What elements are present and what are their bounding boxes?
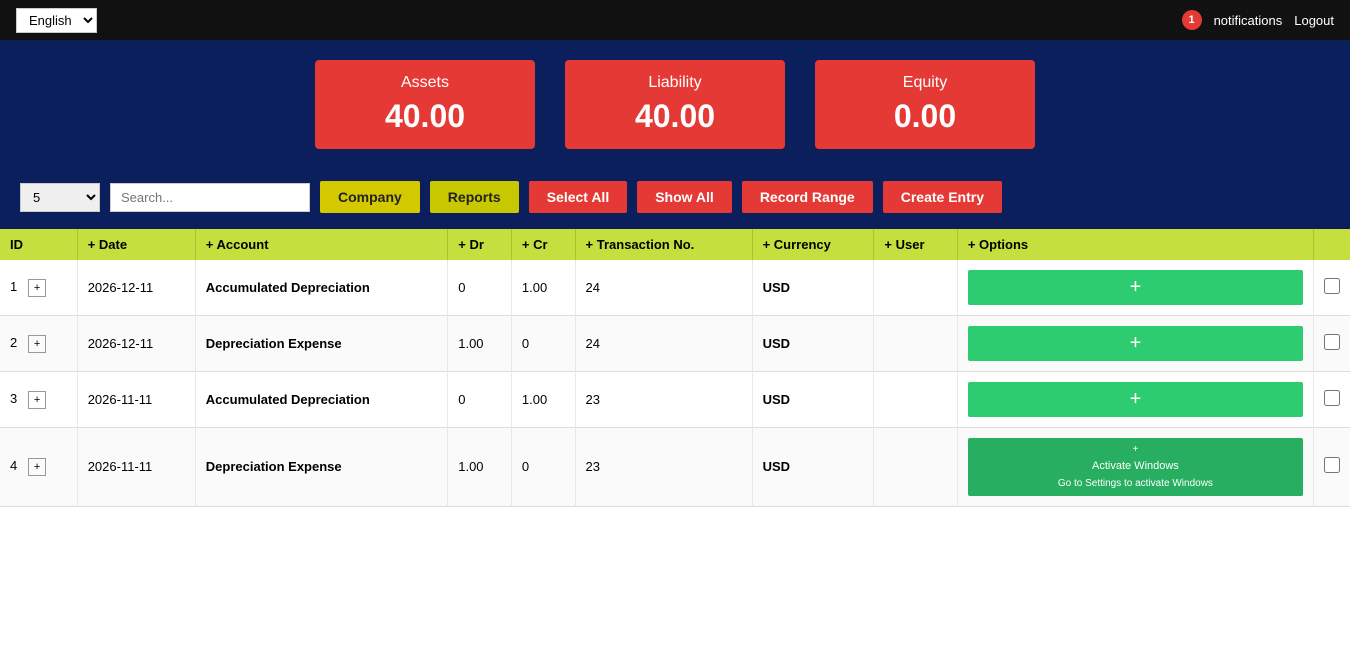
equity-label: Equity <box>855 74 995 92</box>
table-row: 2 + 2026-12-11 Depreciation Expense 1.00… <box>0 316 1350 372</box>
table-header-row: ID + Date + Account + Dr + Cr + Transact… <box>0 229 1350 260</box>
cell-checkbox <box>1314 372 1350 428</box>
equity-value: 0.00 <box>855 98 995 135</box>
search-input[interactable] <box>110 183 310 212</box>
record-range-button[interactable]: Record Range <box>742 181 873 213</box>
cell-options: + <box>957 260 1313 316</box>
liability-label: Liability <box>605 74 745 92</box>
cell-cr: 1.00 <box>511 260 575 316</box>
cell-account: Accumulated Depreciation <box>195 260 447 316</box>
col-date[interactable]: + Date <box>77 229 195 260</box>
cell-dr: 0 <box>448 260 512 316</box>
col-checkbox <box>1314 229 1350 260</box>
col-user[interactable]: + User <box>874 229 957 260</box>
liability-value: 40.00 <box>605 98 745 135</box>
notification-badge[interactable]: 1 <box>1182 10 1202 30</box>
expand-button[interactable]: + <box>28 391 46 409</box>
notifications-link[interactable]: notifications <box>1214 13 1283 28</box>
expand-button[interactable]: + <box>28 279 46 297</box>
action-plus-button[interactable]: + <box>968 382 1303 417</box>
cell-date: 2026-12-11 <box>77 260 195 316</box>
col-id[interactable]: ID <box>0 229 77 260</box>
cell-dr: 1.00 <box>448 316 512 372</box>
cell-date: 2026-12-11 <box>77 316 195 372</box>
col-currency[interactable]: + Currency <box>752 229 874 260</box>
cell-user <box>874 372 957 428</box>
cell-options: + <box>957 316 1313 372</box>
col-account[interactable]: + Account <box>195 229 447 260</box>
cell-transaction: 24 <box>575 260 752 316</box>
per-page-select[interactable]: 5 10 25 50 <box>20 183 100 212</box>
cell-options: + <box>957 372 1313 428</box>
assets-value: 40.00 <box>355 98 495 135</box>
cell-id: 1 + <box>0 260 77 316</box>
show-all-button[interactable]: Show All <box>637 181 732 213</box>
col-transaction[interactable]: + Transaction No. <box>575 229 752 260</box>
cell-date: 2026-11-11 <box>77 372 195 428</box>
reports-button[interactable]: Reports <box>430 181 519 213</box>
cell-checkbox <box>1314 260 1350 316</box>
row-checkbox[interactable] <box>1324 278 1340 294</box>
row-checkbox[interactable] <box>1324 390 1340 406</box>
col-dr[interactable]: + Dr <box>448 229 512 260</box>
table-row: 3 + 2026-11-11 Accumulated Depreciation … <box>0 372 1350 428</box>
cell-options: +Activate WindowsGo to Settings to activ… <box>957 428 1313 507</box>
cell-currency: USD <box>752 316 874 372</box>
assets-label: Assets <box>355 74 495 92</box>
cell-cr: 1.00 <box>511 372 575 428</box>
cell-checkbox <box>1314 428 1350 507</box>
cell-dr: 0 <box>448 372 512 428</box>
equity-card: Equity 0.00 <box>815 60 1035 149</box>
expand-button[interactable]: + <box>28 458 46 476</box>
cell-user <box>874 428 957 507</box>
cell-user <box>874 316 957 372</box>
cell-currency: USD <box>752 428 874 507</box>
company-button[interactable]: Company <box>320 181 420 213</box>
journal-table: ID + Date + Account + Dr + Cr + Transact… <box>0 229 1350 507</box>
cell-account: Depreciation Expense <box>195 316 447 372</box>
summary-bar: Assets 40.00 Liability 40.00 Equity 0.00 <box>0 40 1350 169</box>
cell-id: 4 + <box>0 428 77 507</box>
cell-checkbox <box>1314 316 1350 372</box>
cell-transaction: 23 <box>575 372 752 428</box>
cell-transaction: 23 <box>575 428 752 507</box>
toolbar: 5 10 25 50 Company Reports Select All Sh… <box>0 169 1350 229</box>
cell-transaction: 24 <box>575 316 752 372</box>
cell-account: Accumulated Depreciation <box>195 372 447 428</box>
cell-cr: 0 <box>511 428 575 507</box>
liability-card: Liability 40.00 <box>565 60 785 149</box>
row-checkbox[interactable] <box>1324 334 1340 350</box>
select-all-button[interactable]: Select All <box>529 181 628 213</box>
row-checkbox[interactable] <box>1324 457 1340 473</box>
table-wrap: ID + Date + Account + Dr + Cr + Transact… <box>0 229 1350 507</box>
cell-currency: USD <box>752 372 874 428</box>
cell-dr: 1.00 <box>448 428 512 507</box>
logout-link[interactable]: Logout <box>1294 13 1334 28</box>
language-select[interactable]: English <box>16 8 97 33</box>
table-row: 1 + 2026-12-11 Accumulated Depreciation … <box>0 260 1350 316</box>
activate-windows-button[interactable]: +Activate WindowsGo to Settings to activ… <box>968 438 1303 496</box>
cell-id: 2 + <box>0 316 77 372</box>
cell-account: Depreciation Expense <box>195 428 447 507</box>
cell-user <box>874 260 957 316</box>
cell-cr: 0 <box>511 316 575 372</box>
cell-id: 3 + <box>0 372 77 428</box>
col-cr[interactable]: + Cr <box>511 229 575 260</box>
top-nav: English 1 notifications Logout <box>0 0 1350 40</box>
cell-date: 2026-11-11 <box>77 428 195 507</box>
action-plus-button[interactable]: + <box>968 270 1303 305</box>
assets-card: Assets 40.00 <box>315 60 535 149</box>
cell-currency: USD <box>752 260 874 316</box>
expand-button[interactable]: + <box>28 335 46 353</box>
top-nav-right: 1 notifications Logout <box>1182 10 1334 30</box>
create-entry-button[interactable]: Create Entry <box>883 181 1002 213</box>
col-options[interactable]: + Options <box>957 229 1313 260</box>
action-plus-button[interactable]: + <box>968 326 1303 361</box>
table-row: 4 + 2026-11-11 Depreciation Expense 1.00… <box>0 428 1350 507</box>
language-selector-wrap: English <box>16 8 97 33</box>
